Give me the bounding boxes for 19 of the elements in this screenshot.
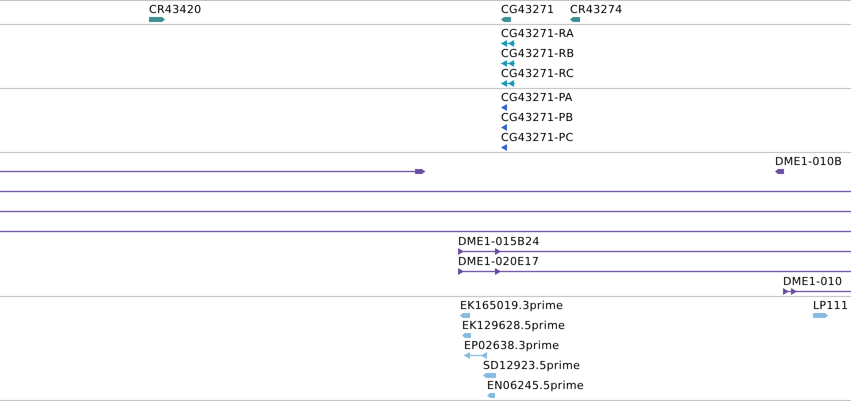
- feature-label: CG43271-RC: [501, 67, 574, 80]
- feature-label: CG43271-PB: [501, 111, 574, 124]
- feature-label: EP02638.3prime: [464, 339, 560, 352]
- feature-label: SD12923.5prime: [483, 359, 580, 372]
- feature-label: CG43271-PA: [501, 91, 573, 104]
- feature-label: CG43271-RB: [501, 47, 574, 60]
- feature-label: EK129628.5prime: [462, 319, 566, 332]
- feature-label: CG43271-RA: [501, 27, 574, 40]
- feature-label: CR43420: [149, 3, 202, 16]
- feature-label: CG43271: [501, 3, 554, 16]
- feature-label: DME1-010: [783, 275, 842, 288]
- feature-label: DME1-010B: [775, 155, 842, 168]
- feature-label: CR43274: [570, 3, 622, 16]
- feature-label: DME1-015B24: [458, 235, 540, 248]
- feature-label: DME1-020E17: [458, 255, 540, 268]
- feature-label: CG43271-PC: [501, 131, 574, 144]
- feature-label: EN06245.5prime: [487, 379, 584, 392]
- feature-label: EK165019.3prime: [460, 299, 564, 312]
- feature-label: LP111: [813, 299, 848, 312]
